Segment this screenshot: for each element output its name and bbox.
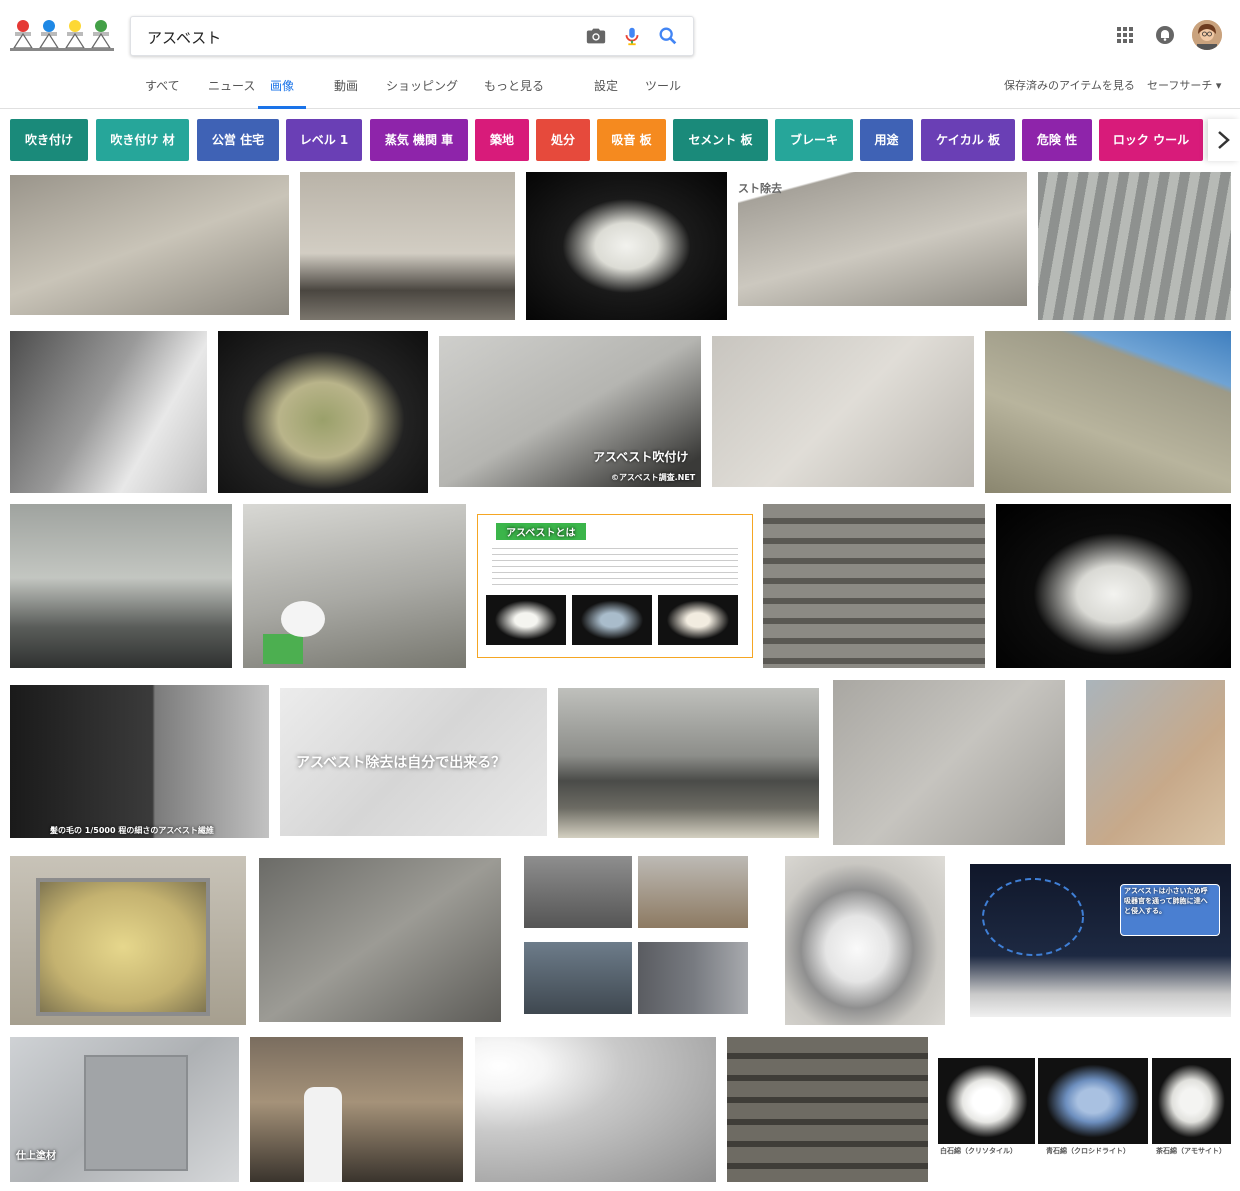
gloved-hand-icon xyxy=(263,601,325,664)
image-result[interactable] xyxy=(475,1037,716,1182)
image-result[interactable]: アスベストとは xyxy=(477,514,753,658)
image-result[interactable] xyxy=(727,1037,928,1182)
image-result[interactable] xyxy=(1086,680,1225,845)
image-result[interactable] xyxy=(10,856,246,1025)
image-result[interactable]: アスベスト除去は自分で出来る？ xyxy=(280,688,547,836)
image-result[interactable]: アスベストは小さいため呼吸器官を通って肺胞に達へと侵入する。 xyxy=(970,864,1231,1017)
image-result[interactable] xyxy=(10,331,207,493)
image-result[interactable] xyxy=(218,331,428,493)
image-result[interactable]: 髪の毛の 1/5000 程の細さのアスベスト繊維 xyxy=(10,685,269,838)
image-result[interactable]: スト除去 xyxy=(738,172,1027,306)
image-result[interactable] xyxy=(10,504,232,668)
lung-outline-icon xyxy=(982,878,1084,956)
image-result[interactable] xyxy=(985,331,1231,493)
image-results: スト除去 アスベスト吹付け ©アスベスト調査.NET アスベストとは 髪の毛の … xyxy=(0,0,1240,1191)
image-result[interactable] xyxy=(250,1037,463,1182)
image-result[interactable] xyxy=(243,504,466,668)
image-result[interactable]: 白石綿（クリソタイル） 青石綿（クロシドライト） 茶石綿（アモサイト） xyxy=(938,1058,1231,1158)
image-result[interactable]: アスベスト吹付け ©アスベスト調査.NET xyxy=(439,336,701,487)
image-result[interactable] xyxy=(526,172,727,320)
image-result[interactable] xyxy=(763,504,985,668)
image-result[interactable] xyxy=(996,504,1231,668)
image-result[interactable] xyxy=(524,856,748,1026)
image-result[interactable] xyxy=(785,856,945,1025)
image-result[interactable] xyxy=(1038,172,1231,320)
image-result[interactable]: 仕上塗材 xyxy=(10,1037,239,1182)
image-result[interactable] xyxy=(558,688,819,838)
image-result[interactable] xyxy=(712,336,974,487)
image-result[interactable] xyxy=(10,175,289,315)
image-result[interactable] xyxy=(259,858,501,1022)
image-result[interactable] xyxy=(300,172,515,320)
image-result[interactable] xyxy=(833,680,1065,845)
